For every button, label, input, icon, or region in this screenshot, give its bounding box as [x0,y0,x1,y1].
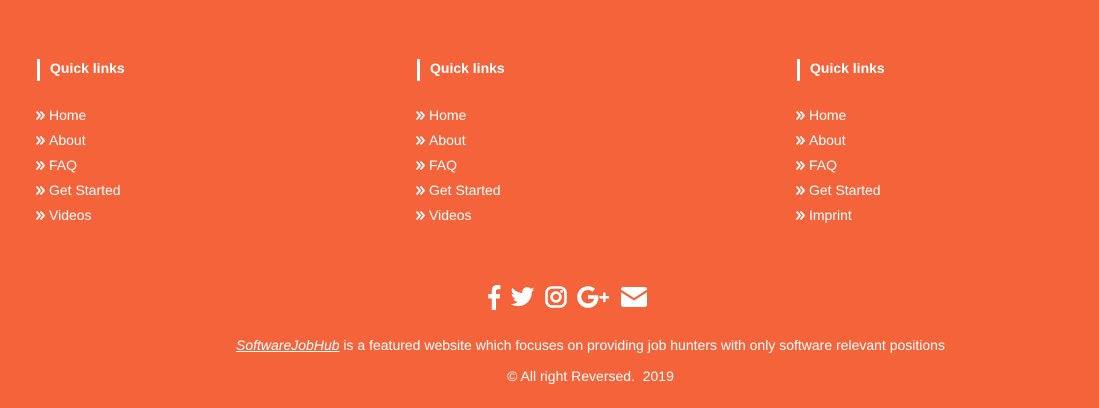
footer-link-label[interactable]: Home [429,105,466,125]
quick-links-column-3: Quick links Home About FAQ Get Started I… [796,59,1096,223]
site-description-text: is a featured website which focuses on p… [339,337,945,353]
footer-link-get-started[interactable]: Get Started [36,180,121,205]
footer-link-label[interactable]: Get Started [809,180,881,200]
footer-link-label[interactable]: Home [49,105,86,125]
link-list: Home About FAQ Get Started Videos [416,105,501,230]
footer-link-label[interactable]: About [429,130,466,150]
footer-link-faq[interactable]: FAQ [36,155,121,180]
copyright: © All right Reversed. 2019 [507,368,674,384]
column-heading: Quick links [797,59,1096,81]
column-heading: Quick links [37,59,336,81]
footer-link-about[interactable]: About [36,130,121,155]
double-chevron-right-icon [36,205,49,225]
footer-link-home[interactable]: Home [416,105,501,130]
footer-link-label[interactable]: FAQ [809,155,837,175]
twitter-icon[interactable] [510,283,535,311]
footer-link-about[interactable]: About [416,130,501,155]
footer-link-faq[interactable]: FAQ [416,155,501,180]
footer-link-videos[interactable]: Videos [36,205,121,230]
double-chevron-right-icon [796,105,809,125]
footer-link-label[interactable]: About [809,130,846,150]
double-chevron-right-icon [416,180,429,200]
double-chevron-right-icon [36,155,49,175]
double-chevron-right-icon [416,155,429,175]
facebook-icon[interactable] [487,283,501,311]
double-chevron-right-icon [36,180,49,200]
footer-link-label[interactable]: Home [809,105,846,125]
column-heading: Quick links [417,59,716,81]
double-chevron-right-icon [796,155,809,175]
social-icons [0,283,1099,311]
instagram-icon[interactable] [544,283,567,311]
double-chevron-right-icon [36,130,49,150]
google-plus-icon[interactable] [576,283,611,311]
footer-link-about[interactable]: About [796,130,881,155]
double-chevron-right-icon [36,105,49,125]
footer-link-videos[interactable]: Videos [416,205,501,230]
footer-link-imprint[interactable]: Imprint [796,205,881,230]
double-chevron-right-icon [796,130,809,150]
footer-link-label[interactable]: Videos [429,205,472,225]
double-chevron-right-icon [416,205,429,225]
footer-link-label[interactable]: FAQ [429,155,457,175]
footer-link-label[interactable]: About [49,130,86,150]
double-chevron-right-icon [796,205,809,225]
quick-links-column-2: Quick links Home About FAQ Get Started V… [416,59,716,223]
footer-link-get-started[interactable]: Get Started [796,180,881,205]
double-chevron-right-icon [796,180,809,200]
link-list: Home About FAQ Get Started Videos [36,105,121,230]
double-chevron-right-icon [416,105,429,125]
footer-link-home[interactable]: Home [796,105,881,130]
footer-link-label[interactable]: Videos [49,205,92,225]
footer-link-label[interactable]: Get Started [49,180,121,200]
footer: Quick links Home About FAQ Get Started V… [0,0,1099,408]
footer-link-faq[interactable]: FAQ [796,155,881,180]
footer-link-label[interactable]: Imprint [809,205,852,225]
footer-link-get-started[interactable]: Get Started [416,180,501,205]
double-chevron-right-icon [416,130,429,150]
quick-links-column-1: Quick links Home About FAQ Get Started V… [36,59,336,223]
envelope-icon[interactable] [620,283,647,311]
site-description: SoftwareJobHub is a featured website whi… [0,335,1099,355]
footer-link-label[interactable]: FAQ [49,155,77,175]
footer-link-label[interactable]: Get Started [429,180,501,200]
link-list: Home About FAQ Get Started Imprint [796,105,881,230]
brand-link[interactable]: SoftwareJobHub [236,337,340,353]
footer-link-home[interactable]: Home [36,105,121,130]
